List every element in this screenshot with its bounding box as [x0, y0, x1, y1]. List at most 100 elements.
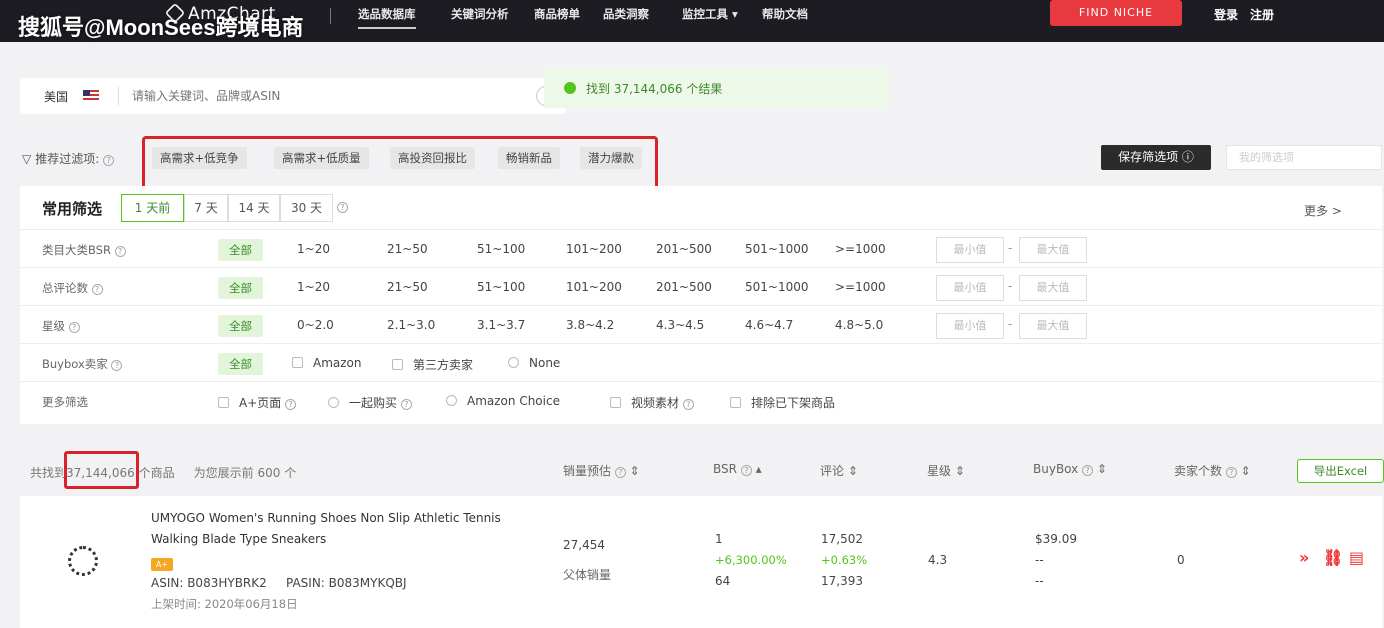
sort-icon[interactable]: ⇕ — [955, 464, 965, 478]
feature-option-video[interactable]: 视频素材 ? — [610, 394, 694, 411]
info-icon[interactable]: ? — [68, 322, 80, 333]
filter-option[interactable]: 1~20 — [297, 242, 330, 256]
filter-option[interactable]: 501~1000 — [745, 242, 809, 256]
checkbox[interactable] — [392, 359, 403, 370]
col-sellers[interactable]: 卖家个数 ? ⇕ — [1174, 462, 1251, 479]
all-chip[interactable]: 全部 — [218, 239, 263, 261]
info-icon[interactable]: ? — [285, 399, 297, 410]
buybox-option-none[interactable]: None — [508, 356, 560, 370]
info-icon[interactable]: ? — [1082, 465, 1094, 476]
sort-icon[interactable]: ⇕ — [630, 464, 640, 478]
sort-icon[interactable]: ⇕ — [1097, 462, 1107, 476]
min-value-input[interactable]: 最小值 — [936, 313, 1004, 339]
info-icon[interactable]: ? — [1225, 467, 1237, 478]
nav-product-database[interactable]: 选品数据库 — [358, 6, 416, 29]
info-icon[interactable]: ? — [103, 155, 115, 166]
filter-option[interactable]: 201~500 — [656, 242, 712, 256]
find-niche-button[interactable]: FIND NICHE — [1050, 0, 1182, 26]
day-tab-14[interactable]: 14 天 — [228, 194, 280, 222]
info-icon[interactable]: ? — [400, 399, 412, 410]
us-flag-icon[interactable] — [83, 90, 99, 101]
nav-keyword-analysis[interactable]: 关键词分析 — [451, 6, 509, 22]
quick-filter-chip[interactable]: 畅销新品 — [498, 147, 560, 169]
info-icon[interactable]: ? — [111, 360, 123, 371]
filter-option[interactable]: 101~200 — [566, 242, 622, 256]
nav-product-rankings[interactable]: 商品榜单 — [534, 6, 580, 22]
min-value-input[interactable]: 最小值 — [936, 275, 1004, 301]
quick-filter-chip[interactable]: 潜力爆款 — [580, 147, 642, 169]
col-bsr[interactable]: BSR ? ▴ — [713, 462, 762, 476]
filter-option[interactable]: >=1000 — [835, 280, 886, 294]
filter-option[interactable]: 0~2.0 — [297, 318, 334, 332]
max-value-input[interactable]: 最大值 — [1019, 237, 1087, 263]
marketplace-label[interactable]: 美国 — [44, 88, 68, 105]
feature-option-aplus[interactable]: A+页面 ? — [218, 394, 297, 411]
all-chip[interactable]: 全部 — [218, 353, 263, 375]
save-filters-button[interactable]: 保存筛选项 ⓘ — [1101, 145, 1211, 170]
filter-option[interactable]: >=1000 — [835, 242, 886, 256]
more-filters-link[interactable]: 更多 > — [1304, 202, 1342, 219]
all-chip[interactable]: 全部 — [218, 315, 263, 337]
info-icon[interactable]: ? — [614, 467, 626, 478]
day-tab-1[interactable]: 1 天前 — [121, 194, 184, 222]
sort-icon[interactable]: ⇕ — [848, 464, 858, 478]
day-tab-7[interactable]: 7 天 — [184, 194, 228, 222]
info-icon[interactable]: ? — [682, 399, 694, 410]
info-icon[interactable]: ? — [337, 202, 348, 213]
buybox-option-amazon[interactable]: Amazon — [292, 356, 362, 370]
col-reviews[interactable]: 评论 ⇕ — [820, 462, 858, 479]
min-value-input[interactable]: 最小值 — [936, 237, 1004, 263]
filter-option[interactable]: 201~500 — [656, 280, 712, 294]
max-value-input[interactable]: 最大值 — [1019, 275, 1087, 301]
document-icon[interactable]: ▤ — [1349, 548, 1364, 567]
export-excel-button[interactable]: 导出Excel — [1297, 459, 1384, 483]
chevrons-right-icon[interactable]: » — [1299, 548, 1309, 567]
product-asin[interactable]: ASIN: B083HYBRK2 — [151, 576, 267, 590]
product-title[interactable]: UMYOGO Women's Running Shoes Non Slip At… — [151, 508, 531, 550]
search-input[interactable] — [132, 84, 532, 108]
feature-option-exclude-delisted[interactable]: 排除已下架商品 — [730, 394, 835, 411]
login-link[interactable]: 登录 — [1214, 6, 1238, 23]
filter-option[interactable]: 1~20 — [297, 280, 330, 294]
info-icon[interactable]: ? — [114, 246, 126, 257]
saved-filters-select[interactable]: 我的筛选项 — [1226, 145, 1382, 170]
all-chip[interactable]: 全部 — [218, 277, 263, 299]
filter-option[interactable]: 3.1~3.7 — [477, 318, 525, 332]
info-icon[interactable]: ? — [91, 284, 103, 295]
checkbox[interactable] — [610, 397, 621, 408]
radio[interactable] — [446, 395, 457, 406]
col-rating[interactable]: 星级 ⇕ — [927, 462, 965, 479]
filter-option[interactable]: 4.8~5.0 — [835, 318, 883, 332]
nav-monitor-tools[interactable]: 监控工具 ▾ — [682, 6, 738, 22]
nav-help-docs[interactable]: 帮助文档 — [762, 6, 808, 22]
filter-option[interactable]: 51~100 — [477, 242, 525, 256]
quick-filter-chip[interactable]: 高需求+低质量 — [274, 147, 369, 169]
quick-filter-chip[interactable]: 高需求+低竞争 — [152, 147, 247, 169]
filter-option[interactable]: 4.3~4.5 — [656, 318, 704, 332]
info-icon[interactable]: ? — [740, 465, 752, 476]
sort-icon[interactable]: ⇕ — [1241, 464, 1251, 478]
col-sales[interactable]: 销量预估 ? ⇕ — [563, 462, 640, 479]
max-value-input[interactable]: 最大值 — [1019, 313, 1087, 339]
checkbox[interactable] — [218, 397, 229, 408]
buybox-option-third-party[interactable]: 第三方卖家 — [392, 356, 473, 373]
filter-option[interactable]: 51~100 — [477, 280, 525, 294]
nav-category-insights[interactable]: 品类洞察 — [603, 6, 649, 22]
quick-filter-chip[interactable]: 高投资回报比 — [390, 147, 475, 169]
sort-icon[interactable]: ▴ — [756, 462, 762, 476]
filter-option[interactable]: 2.1~3.0 — [387, 318, 435, 332]
filter-option[interactable]: 4.6~4.7 — [745, 318, 793, 332]
filter-option[interactable]: 101~200 — [566, 280, 622, 294]
link-icon[interactable]: ⛓ — [1323, 548, 1343, 567]
register-link[interactable]: 注册 — [1250, 6, 1274, 23]
day-tab-30[interactable]: 30 天 — [280, 194, 333, 222]
checkbox[interactable] — [730, 397, 741, 408]
radio[interactable] — [508, 357, 519, 368]
filter-option[interactable]: 501~1000 — [745, 280, 809, 294]
radio[interactable] — [328, 397, 339, 408]
col-buybox[interactable]: BuyBox ? ⇕ — [1033, 462, 1107, 476]
feature-option-bought-together[interactable]: 一起购买 ? — [328, 394, 412, 411]
product-pasin[interactable]: PASIN: B083MYKQBJ — [286, 576, 407, 590]
filter-option[interactable]: 21~50 — [387, 280, 428, 294]
feature-option-amazon-choice[interactable]: Amazon Choice — [446, 394, 560, 408]
